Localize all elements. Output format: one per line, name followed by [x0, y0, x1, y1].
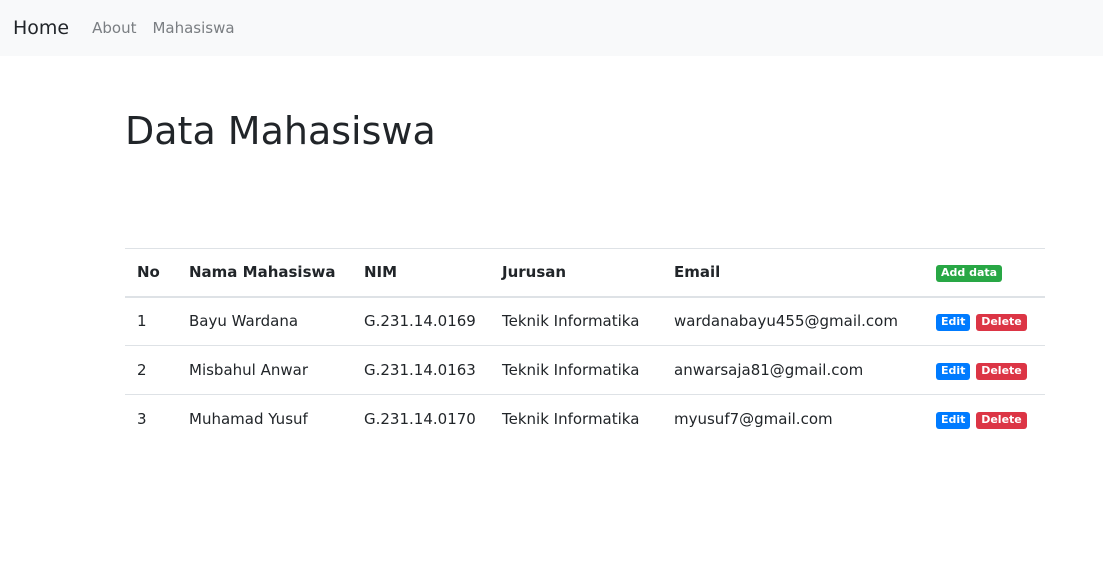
cell-nama: Muhamad Yusuf: [177, 394, 352, 444]
cell-email: wardanabayu455@gmail.com: [674, 312, 898, 331]
header-jurusan: Jurusan: [490, 248, 662, 298]
delete-button[interactable]: Delete: [976, 314, 1027, 332]
table-header-row: No Nama Mahasiswa NIM Jurusan Email Add …: [125, 248, 1045, 298]
navbar: Home About Mahasiswa: [0, 0, 1103, 56]
header-nama: Nama Mahasiswa: [177, 248, 352, 298]
cell-actions: Edit Delete: [924, 297, 1045, 346]
cell-email: myusuf7@gmail.com: [662, 394, 924, 444]
delete-button[interactable]: Delete: [976, 363, 1027, 380]
cell-jurusan: Teknik Informatika: [502, 312, 640, 331]
edit-button[interactable]: Edit: [936, 412, 971, 430]
cell-jurusan: Teknik Informatika: [490, 345, 662, 395]
cell-nim: G.231.14.0169: [364, 312, 476, 331]
edit-button[interactable]: Edit: [936, 363, 971, 380]
cell-no: 2: [125, 345, 177, 395]
cell-no: 1: [137, 312, 147, 331]
header-email: Email: [662, 248, 924, 298]
header-nim: NIM: [352, 248, 490, 298]
cell-actions: Edit Delete: [924, 345, 1045, 395]
header-no: No: [125, 248, 177, 298]
cell-actions: Edit Delete: [924, 394, 1045, 444]
header-actions: Add data: [924, 248, 1045, 298]
nav-brand-home[interactable]: Home: [13, 17, 69, 39]
nav-link-about[interactable]: About: [92, 19, 136, 37]
delete-button[interactable]: Delete: [976, 412, 1027, 430]
mahasiswa-table: No Nama Mahasiswa NIM Jurusan Email Add …: [125, 248, 1045, 444]
edit-button[interactable]: Edit: [936, 314, 971, 332]
table-row: 2 Misbahul Anwar G.231.14.0163 Teknik In…: [125, 345, 1045, 395]
table-row: 3 Muhamad Yusuf G.231.14.0170 Teknik Inf…: [125, 394, 1045, 444]
cell-nama: Bayu Wardana: [189, 312, 299, 331]
cell-nama: Misbahul Anwar: [177, 345, 352, 395]
cell-email: anwarsaja81@gmail.com: [662, 345, 924, 395]
cell-no: 3: [125, 394, 177, 444]
cell-nim: G.231.14.0170: [352, 394, 490, 444]
add-data-button[interactable]: Add data: [936, 265, 1003, 283]
nav-link-mahasiswa[interactable]: Mahasiswa: [152, 19, 234, 37]
main-container: Data Mahasiswa No Nama Mahasiswa NIM Jur…: [125, 56, 1045, 444]
cell-nim: G.231.14.0163: [352, 345, 490, 395]
page-title: Data Mahasiswa: [125, 109, 436, 153]
table-row: 1 Bayu Wardana G.231.14.0169 Teknik Info…: [125, 297, 1045, 346]
cell-jurusan: Teknik Informatika: [490, 394, 662, 444]
